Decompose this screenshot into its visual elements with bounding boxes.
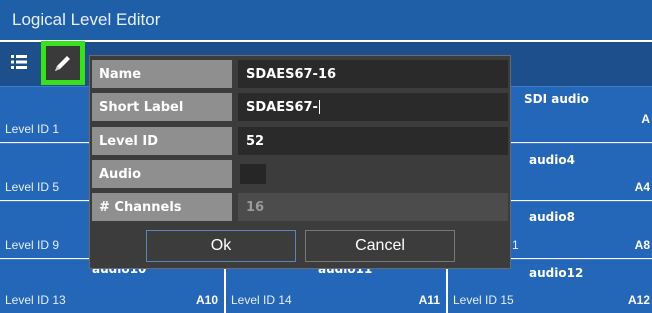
tile-level-id: Level ID 5 <box>5 180 60 194</box>
tile-level-id: Level ID 9 <box>5 238 60 252</box>
audio-label: Audio <box>92 160 232 188</box>
window-title: Logical Level Editor <box>12 10 161 29</box>
audio-checkbox[interactable] <box>240 164 266 184</box>
level-id-row: Level ID 52 <box>92 127 510 155</box>
edit-level-dialog: Name SDAES67-16 Short Label SDAES67- Lev… <box>89 55 511 269</box>
list-icon <box>11 55 27 69</box>
level-tile[interactable]: 1 audio8 A8 <box>511 201 652 258</box>
cancel-button[interactable]: Cancel <box>305 230 455 262</box>
short-label-field[interactable]: SDAES67- <box>238 93 508 121</box>
short-label-label: Short Label <box>92 93 232 121</box>
tile-name: audio12 <box>529 266 584 280</box>
name-field[interactable]: SDAES67-16 <box>238 60 508 88</box>
audio-row: Audio <box>92 160 510 188</box>
tile-level-id: Level ID 13 <box>5 293 66 307</box>
channels-row: # Channels 16 <box>92 193 510 221</box>
tile-level-id: Level ID 14 <box>231 293 292 307</box>
level-id-field[interactable]: 52 <box>238 127 508 155</box>
tile-code: A8 <box>634 238 650 252</box>
tile-code: A10 <box>195 293 218 307</box>
channels-field: 16 <box>238 193 508 221</box>
tile-code: A12 <box>627 293 650 307</box>
list-view-button[interactable] <box>10 53 28 71</box>
level-tile[interactable]: Level ID 9 <box>0 201 90 258</box>
tile-level-id: Level ID 15 <box>453 293 514 307</box>
name-label: Name <box>92 60 232 88</box>
short-label-row: Short Label SDAES67- <box>92 93 510 121</box>
tile-code: A11 <box>418 293 440 307</box>
level-tile[interactable]: audio4 A4 <box>511 143 652 200</box>
name-row: Name SDAES67-16 <box>92 60 510 88</box>
tile-name: audio4 <box>529 153 575 167</box>
tile-level-id: 1 <box>512 238 519 252</box>
short-label-value: SDAES67- <box>246 99 318 115</box>
edit-button[interactable] <box>41 41 85 85</box>
window-title-bar: Logical Level Editor <box>0 0 652 40</box>
level-tile[interactable]: SDI audio A <box>511 86 652 142</box>
text-cursor <box>318 100 320 114</box>
tile-code: A <box>641 112 650 126</box>
pencil-icon <box>55 56 70 71</box>
ok-button[interactable]: Ok <box>146 230 296 262</box>
tile-name: SDI audio <box>524 92 589 106</box>
level-tile[interactable]: Level ID 1 <box>0 86 90 142</box>
level-tile[interactable]: Level ID 5 <box>0 143 90 200</box>
tile-level-id: Level ID 1 <box>5 122 60 136</box>
tile-name: audio8 <box>529 210 575 224</box>
channels-label: # Channels <box>92 193 232 221</box>
tile-code: A4 <box>634 180 650 194</box>
level-id-label: Level ID <box>92 127 232 155</box>
